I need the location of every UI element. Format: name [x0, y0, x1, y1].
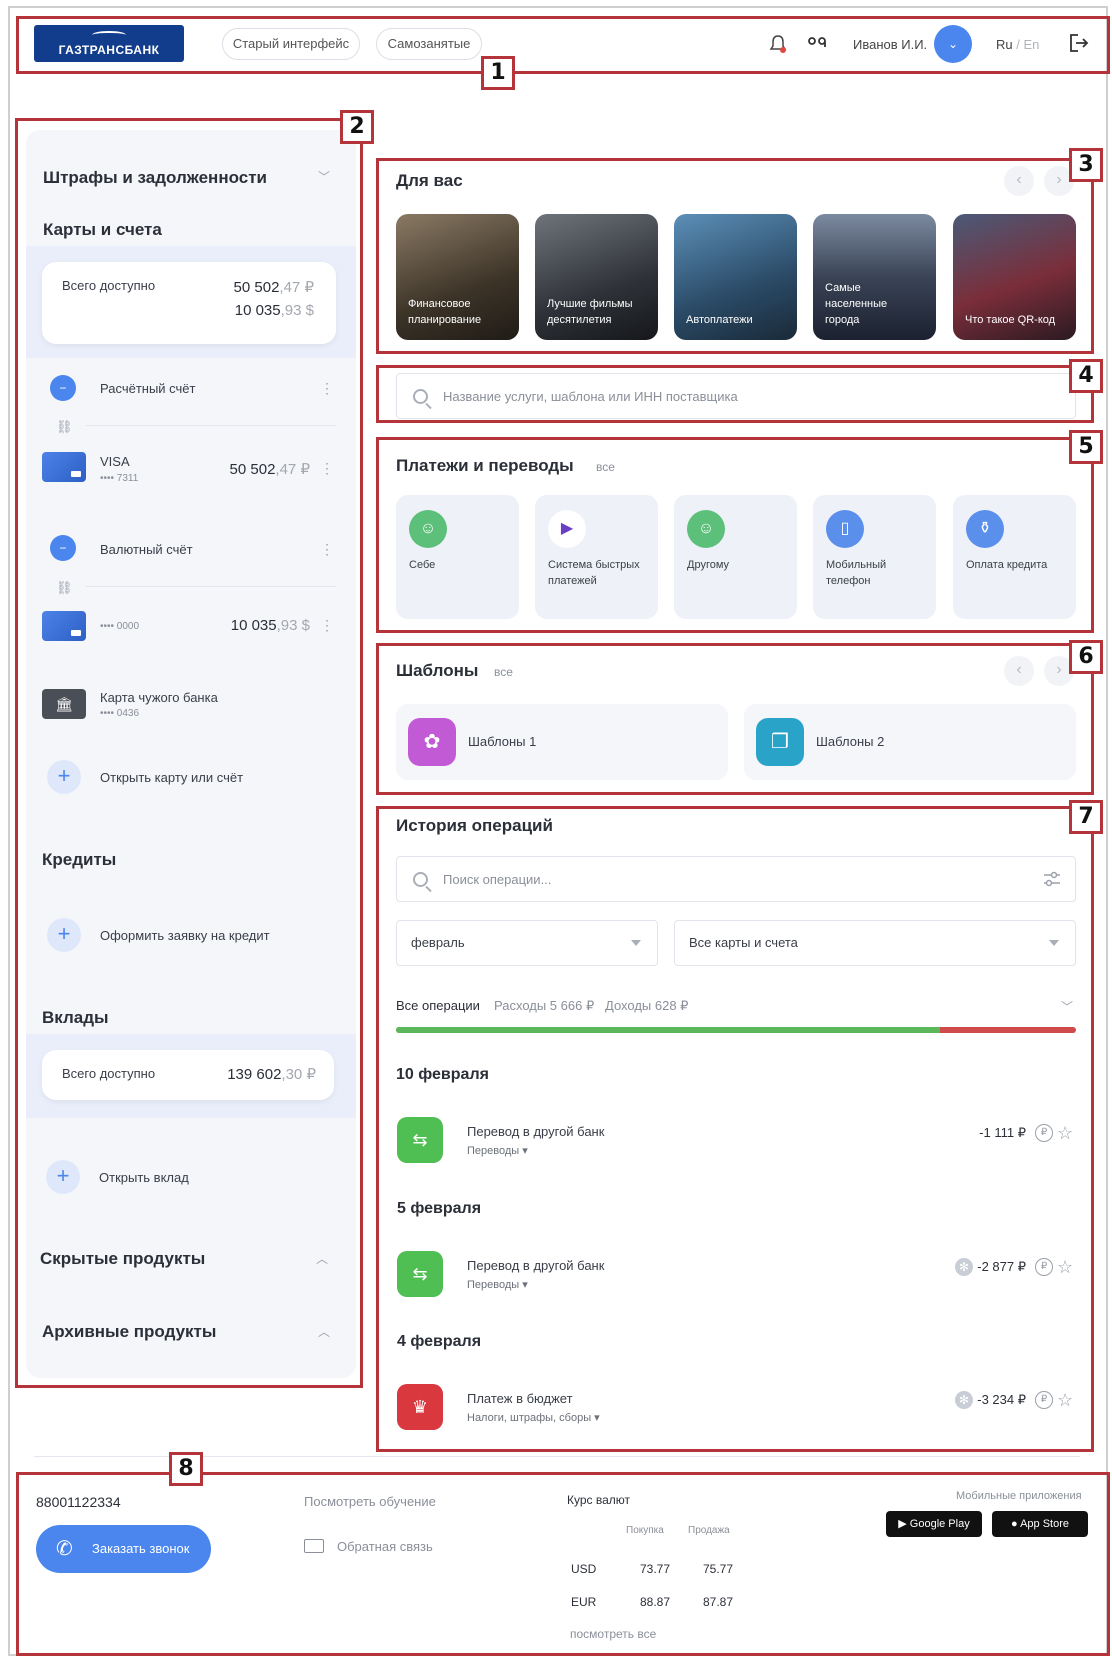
annotation-marker: 7: [1069, 800, 1103, 834]
annotation-marker: 8: [169, 1452, 203, 1486]
annotation-marker: 4: [1069, 359, 1103, 393]
annotation-box: [376, 158, 1094, 354]
annotation-box: [376, 643, 1094, 795]
annotation-box: [15, 118, 363, 1388]
annotation-box: [376, 437, 1094, 633]
annotation-marker: 3: [1069, 148, 1103, 182]
annotation-marker: 5: [1069, 430, 1103, 464]
annotation-marker: 2: [340, 110, 374, 144]
annotation-box: [16, 16, 1110, 74]
annotation-box: [376, 806, 1094, 1452]
annotation-marker: 6: [1069, 640, 1103, 674]
annotation-box: [376, 365, 1094, 423]
annotation-marker: 1: [481, 56, 515, 90]
annotation-box: [16, 1472, 1110, 1656]
